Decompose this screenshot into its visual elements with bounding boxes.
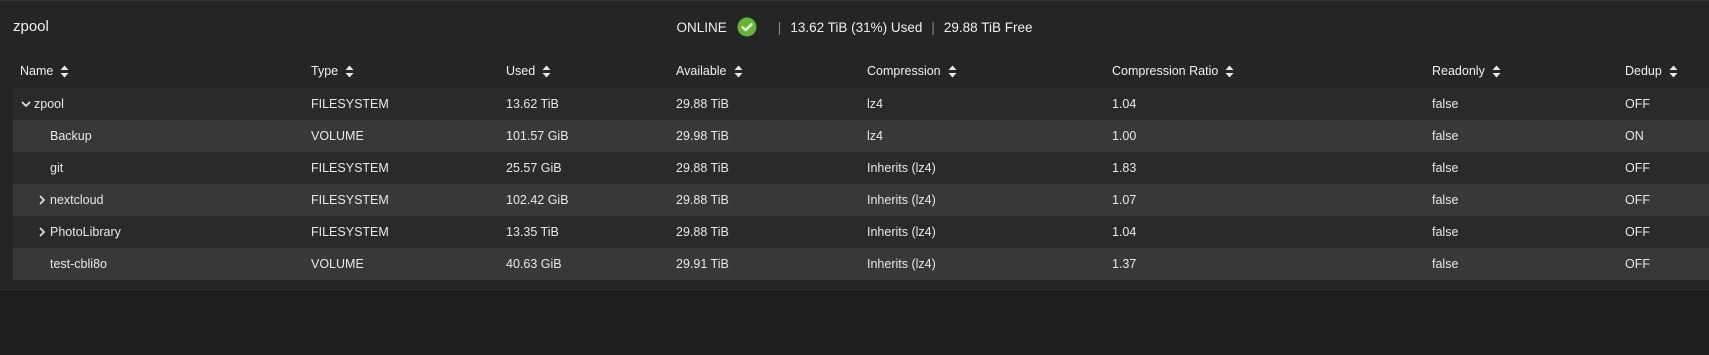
sort-icon[interactable] xyxy=(1225,65,1234,78)
dataset-readonly: false xyxy=(1432,97,1459,111)
column-header-type[interactable]: Type xyxy=(311,54,354,88)
dataset-dedup: OFF xyxy=(1625,97,1650,111)
dataset-used: 13.62 TiB xyxy=(506,97,559,111)
dataset-dedup: OFF xyxy=(1625,193,1650,207)
dataset-dedup: OFF xyxy=(1625,225,1650,239)
sort-icon[interactable] xyxy=(948,65,957,78)
column-header-dedup[interactable]: Dedup xyxy=(1625,54,1678,88)
chevron-right-icon[interactable] xyxy=(36,226,50,238)
dataset-available: 29.88 TiB xyxy=(676,161,729,175)
dataset-name: git xyxy=(50,161,64,175)
dataset-used: 25.57 GiB xyxy=(506,161,562,175)
dataset-type: FILESYSTEM xyxy=(311,225,389,239)
column-header-compression[interactable]: Compression xyxy=(867,54,957,88)
dataset-available: 29.88 TiB xyxy=(676,97,729,111)
column-header-used[interactable]: Used xyxy=(506,54,551,88)
status-text: ONLINE xyxy=(676,19,727,35)
dataset-readonly: false xyxy=(1432,257,1459,271)
dataset-name: PhotoLibrary xyxy=(50,225,121,239)
sort-icon[interactable] xyxy=(1669,65,1678,78)
pool-status: ONLINE | 13.62 TiB (31%) Used | 29.88 Ti… xyxy=(0,1,1709,53)
dataset-available: 29.88 TiB xyxy=(676,193,729,207)
chevron-right-icon[interactable] xyxy=(36,194,50,206)
dataset-dedup: OFF xyxy=(1625,161,1650,175)
dataset-type: VOLUME xyxy=(311,257,364,271)
dataset-type: FILESYSTEM xyxy=(311,97,389,111)
separator: | xyxy=(931,19,935,35)
dataset-compression: Inherits (lz4) xyxy=(867,193,936,207)
check-circle-icon xyxy=(737,17,757,37)
pool-header: zpool ONLINE | 13.62 TiB (31%) Used | 29… xyxy=(0,0,1709,53)
dataset-used: 40.63 GiB xyxy=(506,257,562,271)
dataset-name: nextcloud xyxy=(50,193,104,207)
dataset-compression-ratio: 1.00 xyxy=(1112,129,1137,143)
dataset-available: 29.98 TiB xyxy=(676,129,729,143)
pool-card: zpool ONLINE | 13.62 TiB (31%) Used | 29… xyxy=(0,0,1709,292)
table-row[interactable]: PhotoLibrary FILESYSTEM 13.35 TiB 29.88 … xyxy=(13,216,1709,248)
dataset-name: zpool xyxy=(34,97,64,111)
sort-icon[interactable] xyxy=(1492,65,1501,78)
sort-icon[interactable] xyxy=(345,65,354,78)
dataset-used: 101.57 GiB xyxy=(506,129,569,143)
dataset-used: 13.35 TiB xyxy=(506,225,559,239)
table-row[interactable]: nextcloud FILESYSTEM 102.42 GiB 29.88 Ti… xyxy=(13,184,1709,216)
dataset-compression: Inherits (lz4) xyxy=(867,225,936,239)
used-summary: 13.62 TiB (31%) Used xyxy=(790,19,923,35)
dataset-used: 102.42 GiB xyxy=(506,193,569,207)
separator: | xyxy=(777,19,782,35)
dataset-type: FILESYSTEM xyxy=(311,161,389,175)
column-header-available[interactable]: Available xyxy=(676,54,743,88)
column-header-name[interactable]: Name xyxy=(20,54,69,88)
dataset-readonly: false xyxy=(1432,225,1459,239)
sort-icon[interactable] xyxy=(542,65,551,78)
dataset-compression-ratio: 1.07 xyxy=(1112,193,1137,207)
dataset-available: 29.91 TiB xyxy=(676,257,729,271)
table-row[interactable]: Backup VOLUME 101.57 GiB 29.98 TiB lz4 1… xyxy=(13,120,1709,152)
dataset-readonly: false xyxy=(1432,193,1459,207)
dataset-compression-ratio: 1.04 xyxy=(1112,225,1137,239)
free-summary: 29.88 TiB Free xyxy=(943,19,1033,35)
dataset-compression: lz4 xyxy=(867,129,883,143)
dataset-compression-ratio: 1.83 xyxy=(1112,161,1137,175)
dataset-compression-ratio: 1.37 xyxy=(1112,257,1137,271)
chevron-down-icon[interactable] xyxy=(20,98,34,110)
table-header: Name Type Used Available Compression Com… xyxy=(13,54,1709,88)
dataset-dedup: ON xyxy=(1625,129,1644,143)
dataset-readonly: false xyxy=(1432,161,1459,175)
sort-icon[interactable] xyxy=(734,65,743,78)
dataset-name: Backup xyxy=(50,129,92,143)
dataset-compression: lz4 xyxy=(867,97,883,111)
dataset-compression: Inherits (lz4) xyxy=(867,257,936,271)
dataset-dedup: OFF xyxy=(1625,257,1650,271)
column-header-readonly[interactable]: Readonly xyxy=(1432,54,1501,88)
dataset-table: Name Type Used Available Compression Com… xyxy=(13,54,1709,280)
dataset-compression: Inherits (lz4) xyxy=(867,161,936,175)
column-header-compression-ratio[interactable]: Compression Ratio xyxy=(1112,54,1234,88)
sort-icon[interactable] xyxy=(60,65,69,78)
table-row[interactable]: git FILESYSTEM 25.57 GiB 29.88 TiB Inher… xyxy=(13,152,1709,184)
dataset-readonly: false xyxy=(1432,129,1459,143)
table-row[interactable]: test-cbli8o VOLUME 40.63 GiB 29.91 TiB I… xyxy=(13,248,1709,280)
dataset-compression-ratio: 1.04 xyxy=(1112,97,1137,111)
dataset-type: FILESYSTEM xyxy=(311,193,389,207)
table-row[interactable]: zpool FILESYSTEM 13.62 TiB 29.88 TiB lz4… xyxy=(13,88,1709,120)
dataset-type: VOLUME xyxy=(311,129,364,143)
dataset-name: test-cbli8o xyxy=(50,257,107,271)
dataset-available: 29.88 TiB xyxy=(676,225,729,239)
